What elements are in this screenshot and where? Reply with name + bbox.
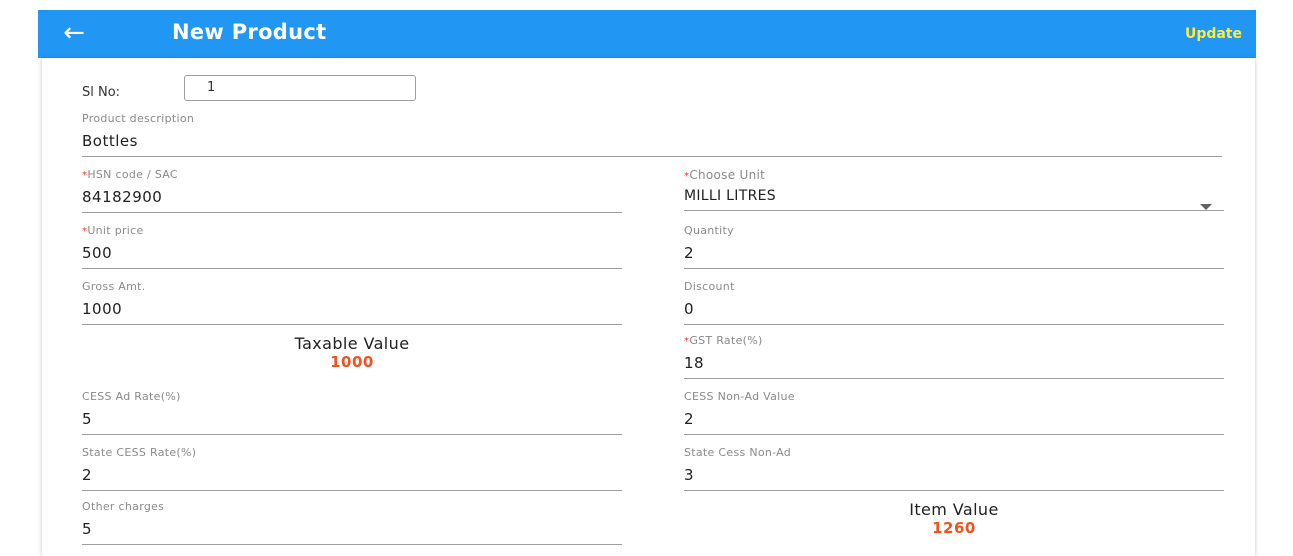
choose-unit-value: MILLI LITRES xyxy=(684,188,776,204)
cess-ad-rate-value: 5 xyxy=(82,410,93,428)
product-description-value: Bottles xyxy=(82,132,138,150)
state-cess-rate-underline xyxy=(82,490,622,491)
gst-rate-underline xyxy=(684,378,1224,379)
hsn-code-underline xyxy=(82,212,622,213)
item-value-block: Item Value 1260 xyxy=(684,500,1224,537)
hsn-code-value: 84182900 xyxy=(82,188,163,206)
other-charges-underline xyxy=(82,544,622,545)
gross-amount-field[interactable]: Gross Amt. 1000 xyxy=(82,280,622,325)
item-value-amount: 1260 xyxy=(932,519,976,537)
taxable-value-label: Taxable Value xyxy=(294,334,410,353)
choose-unit-dropdown[interactable]: *Choose Unit MILLI LITRES xyxy=(684,168,1224,211)
gst-rate-field[interactable]: *GST Rate(%) 18 xyxy=(684,334,1224,379)
cess-non-ad-underline xyxy=(684,434,1224,435)
discount-underline xyxy=(684,324,1224,325)
gst-rate-value: 18 xyxy=(684,354,705,372)
taxable-value-block: Taxable Value 1000 xyxy=(82,334,622,371)
discount-label: Discount xyxy=(684,280,735,293)
other-charges-value: 5 xyxy=(82,520,93,538)
state-cess-non-ad-underline xyxy=(684,490,1224,491)
gross-amount-value: 1000 xyxy=(82,300,123,318)
product-description-label: Product description xyxy=(82,112,195,125)
product-description-underline xyxy=(82,156,1222,157)
unit-price-underline xyxy=(82,268,622,269)
page-title: New Product xyxy=(172,20,327,44)
unit-price-label: Unit price xyxy=(87,224,144,237)
update-button[interactable]: Update xyxy=(1185,26,1242,42)
product-description-field[interactable]: Product description Bottles xyxy=(82,112,1222,157)
cess-ad-rate-label: CESS Ad Rate(%) xyxy=(82,390,181,403)
state-cess-non-ad-field[interactable]: State Cess Non-Ad 3 xyxy=(684,446,1224,491)
other-charges-label: Other charges xyxy=(82,500,165,513)
discount-value: 0 xyxy=(684,300,695,318)
other-charges-field[interactable]: Other charges 5 xyxy=(82,500,622,545)
taxable-value-amount: 1000 xyxy=(330,353,374,371)
gross-amount-label: Gross Amt. xyxy=(82,280,146,293)
hsn-code-field[interactable]: *HSN code / SAC 84182900 xyxy=(82,168,622,213)
gst-rate-label: GST Rate(%) xyxy=(689,334,763,347)
cess-non-ad-value: 2 xyxy=(684,410,695,428)
sl-no-input[interactable]: 1 xyxy=(184,75,416,101)
quantity-field[interactable]: Quantity 2 xyxy=(684,224,1224,269)
choose-unit-label: Choose Unit xyxy=(689,168,766,182)
cess-non-ad-label: CESS Non-Ad Value xyxy=(684,390,795,403)
hsn-code-label: HSN code / SAC xyxy=(87,168,178,181)
state-cess-non-ad-value: 3 xyxy=(684,466,695,484)
back-arrow-icon[interactable]: ← xyxy=(58,18,90,50)
dropdown-caret-icon[interactable] xyxy=(1200,204,1212,210)
cess-ad-rate-underline xyxy=(82,434,622,435)
state-cess-rate-field[interactable]: State CESS Rate(%) 2 xyxy=(82,446,622,491)
unit-price-field[interactable]: *Unit price 500 xyxy=(82,224,622,269)
quantity-value: 2 xyxy=(684,244,695,262)
gross-amount-underline xyxy=(82,324,622,325)
state-cess-rate-value: 2 xyxy=(82,466,93,484)
choose-unit-underline xyxy=(684,210,1224,211)
app-bar: ← New Product Update xyxy=(38,10,1256,58)
cess-ad-rate-field[interactable]: CESS Ad Rate(%) 5 xyxy=(82,390,622,435)
sl-no-label: Sl No: xyxy=(82,85,121,100)
item-value-label: Item Value xyxy=(909,500,999,519)
state-cess-rate-label: State CESS Rate(%) xyxy=(82,446,197,459)
discount-field[interactable]: Discount 0 xyxy=(684,280,1224,325)
quantity-label: Quantity xyxy=(684,224,734,237)
quantity-underline xyxy=(684,268,1224,269)
cess-non-ad-field[interactable]: CESS Non-Ad Value 2 xyxy=(684,390,1224,435)
state-cess-non-ad-label: State Cess Non-Ad xyxy=(684,446,792,459)
unit-price-value: 500 xyxy=(82,244,113,262)
product-form-card: Sl No: 1 Product description Bottles *HS… xyxy=(42,58,1255,556)
